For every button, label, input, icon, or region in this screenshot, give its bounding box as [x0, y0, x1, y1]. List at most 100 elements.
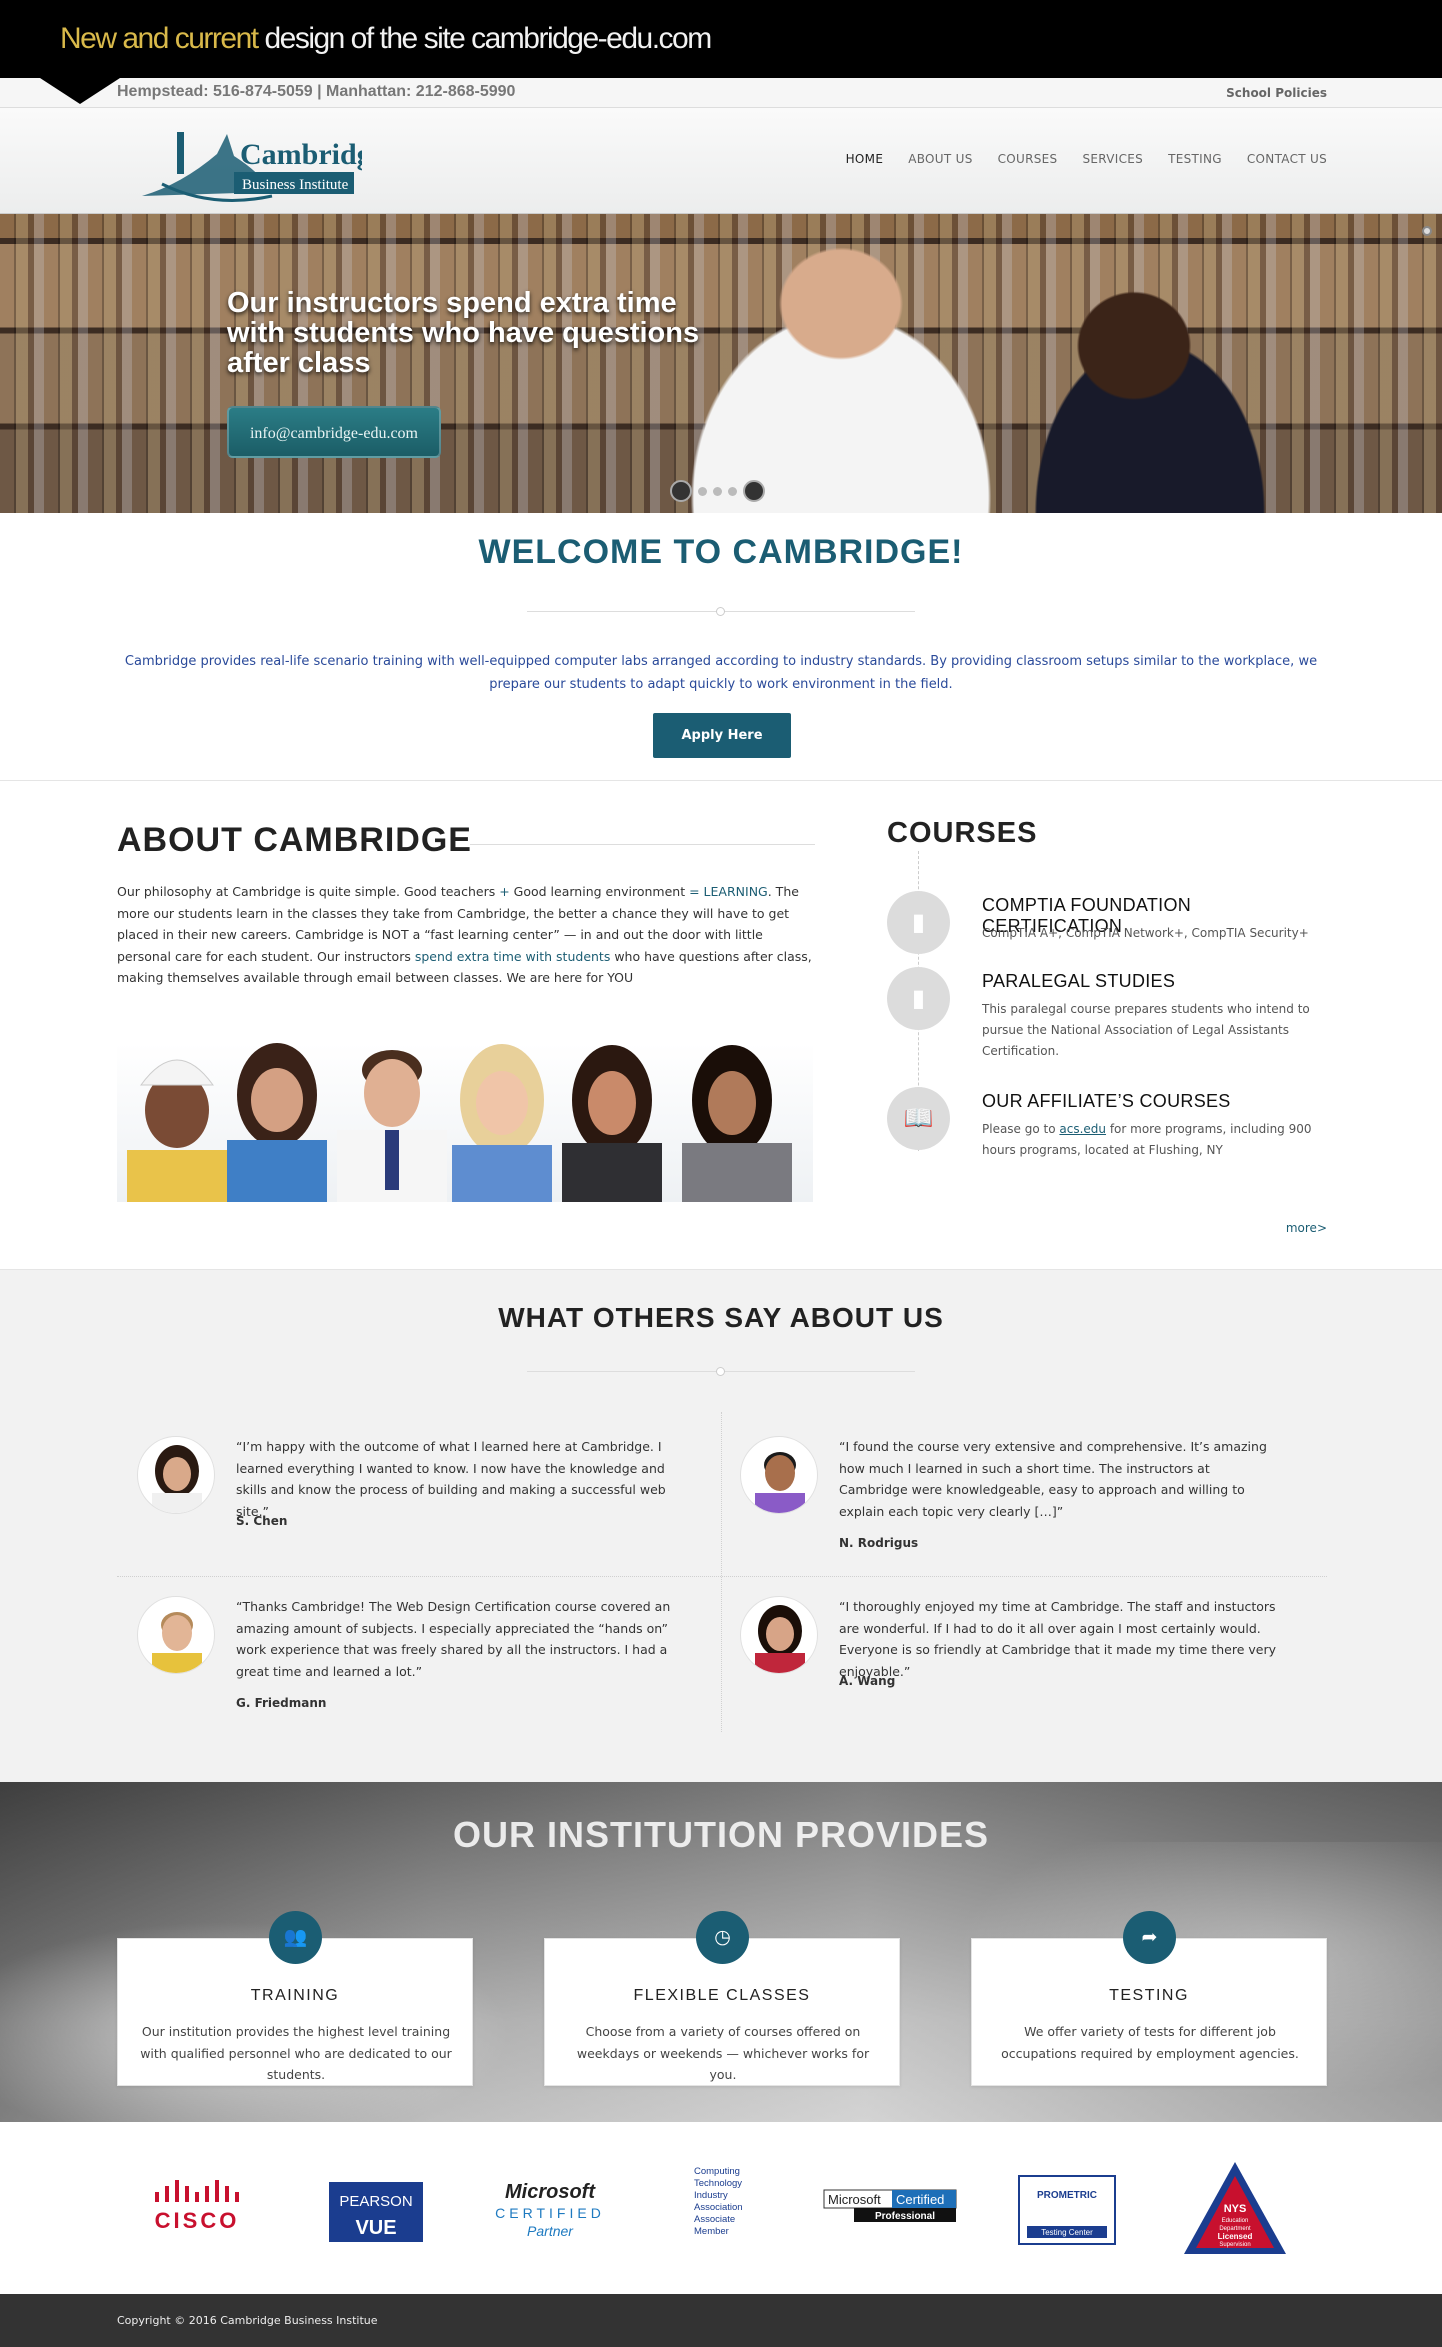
microsoft-certified-professional-logo: Microsoft Certified Professional — [823, 2189, 957, 2222]
nav-testing[interactable]: TESTING — [1168, 152, 1222, 166]
slide-dot[interactable] — [728, 486, 737, 496]
microsoft-certified-partner-logo: Microsoft CERTIFIED Partner — [495, 2181, 605, 2239]
apply-here-button[interactable]: Apply Here — [653, 713, 791, 758]
school-policies-link[interactable]: School Policies — [1226, 86, 1327, 100]
svg-text:Partner: Partner — [527, 2223, 574, 2239]
showcase-banner: New and current design of the site cambr… — [0, 0, 1442, 78]
cambridge-logo[interactable]: Cambridge Business Institute — [122, 114, 362, 214]
book-icon: ▮ — [887, 967, 950, 1030]
logo-sub: Business Institute — [242, 177, 349, 193]
about-text: Our philosophy at Cambridge is quite sim… — [117, 884, 812, 985]
nav-services[interactable]: SERVICES — [1082, 152, 1143, 166]
slide-dot[interactable] — [698, 486, 707, 496]
course-title[interactable]: PARALEGAL STUDIES — [982, 971, 1175, 992]
pearson-vue-logo: PEARSON VUE — [329, 2182, 423, 2242]
acs-link[interactable]: acs.edu — [1059, 1122, 1106, 1136]
top-bar: Hempstead: 516-874-5059 | Manhattan: 212… — [0, 78, 1442, 108]
course-desc: This paralegal course prepares students … — [982, 1002, 1310, 1058]
site-footer: Copyright © 2016 Cambridge Business Inst… — [0, 2294, 1442, 2347]
card-title: TESTING — [1109, 1987, 1189, 2004]
svg-text:Industry: Industry — [694, 2190, 728, 2201]
person-professional — [682, 1045, 792, 1202]
testimonials-title: WHAT OTHERS SAY ABOUT US — [498, 1302, 944, 1333]
nav-courses[interactable]: COURSES — [998, 152, 1058, 166]
hero-email-button[interactable]: info@cambridge-edu.com — [227, 406, 441, 458]
svg-text:Education: Education — [1222, 2218, 1249, 2224]
share-icon: ➦ — [1123, 1911, 1176, 1964]
users-icon: 👥 — [269, 1911, 322, 1964]
feature-card-flexible-classes: ◷ FLEXIBLE CLASSES Choose from a variety… — [544, 1911, 900, 2086]
about-courses-section: ABOUT CAMBRIDGE Our philosophy at Cambri… — [0, 780, 1442, 1270]
slider-corner-icon[interactable] — [1422, 226, 1432, 236]
banner-caption: New and current design of the site cambr… — [60, 22, 712, 56]
svg-text:NYS: NYS — [1224, 2203, 1247, 2215]
divider-dot — [716, 1367, 725, 1376]
institution-title: OUR INSTITUTION PROVIDES — [452, 1814, 990, 1855]
about-title-line — [470, 844, 815, 845]
clock-icon: ◷ — [696, 1911, 749, 1964]
svg-text:Member: Member — [694, 2226, 729, 2237]
svg-text:Professional: Professional — [875, 2211, 935, 2222]
banner-highlight: New and current — [60, 22, 259, 55]
svg-text:Computing: Computing — [694, 2166, 740, 2177]
slider-controls — [670, 480, 765, 502]
play-icon[interactable] — [670, 480, 692, 502]
testimonial-quote: “I found the course very extensive and c… — [839, 1439, 1267, 1519]
site-header: Cambridge Business Institute HOME ABOUT … — [0, 108, 1442, 214]
welcome-text: Cambridge provides real-life scenario tr… — [124, 654, 1318, 692]
logo-name: Cambridge — [240, 138, 362, 171]
testimonial-author: G. Friedmann — [236, 1696, 327, 1710]
svg-text:Technology: Technology — [694, 2178, 742, 2189]
slide-dot[interactable] — [713, 486, 722, 496]
courses-title: COURSES — [887, 817, 1038, 849]
person-doctor — [337, 1050, 447, 1202]
nav-about-us[interactable]: ABOUT US — [908, 152, 972, 166]
svg-text:Certified: Certified — [896, 2192, 944, 2207]
book-icon: ▮ — [887, 891, 950, 954]
svg-text:VUE: VUE — [355, 2217, 396, 2239]
avatar — [137, 1436, 215, 1514]
svg-text:CISCO: CISCO — [155, 2208, 240, 2233]
nys-licensed-badge: NYS Education Department Licensed Superv… — [1184, 2162, 1286, 2254]
card-text: We offer variety of tests for different … — [1001, 2024, 1299, 2061]
banner-tab — [40, 78, 120, 104]
divider-dot — [716, 607, 725, 616]
person-nurse — [227, 1043, 327, 1202]
testimonial-author: A. Wang — [839, 1674, 896, 1688]
testimonial-author: S. Chen — [236, 1514, 288, 1528]
about-title: ABOUT CAMBRIDGE — [117, 821, 472, 859]
course-desc: Please go to acs.edu for more programs, … — [982, 1122, 1312, 1157]
copyright-text: Copyright © 2016 Cambridge Business Inst… — [117, 2314, 378, 2327]
avatar — [740, 1596, 818, 1674]
comptia-member-logo: Computing Technology Industry Associatio… — [694, 2166, 743, 2237]
courses-more-link[interactable]: more> — [1286, 1221, 1327, 1235]
svg-text:Microsoft: Microsoft — [505, 2181, 596, 2203]
testimonials-grid-line — [117, 1576, 1327, 1577]
nav-home[interactable]: HOME — [846, 152, 884, 166]
person-construction — [127, 1059, 227, 1202]
testimonials-grid-line — [721, 1412, 722, 1732]
testimonial-quote: “I thoroughly enjoyed my time at Cambrid… — [839, 1599, 1276, 1679]
feature-card-training: 👥 TRAINING Our institution provides the … — [117, 1911, 473, 2086]
svg-text:PROMETRIC: PROMETRIC — [1037, 2190, 1097, 2201]
course-title[interactable]: OUR AFFILIATE’S COURSES — [982, 1091, 1231, 1112]
testimonial-quote: “Thanks Cambridge! The Web Design Certif… — [236, 1599, 671, 1679]
prometric-logo: PROMETRIC Testing Center — [1018, 2175, 1116, 2245]
card-title: TRAINING — [250, 1987, 340, 2004]
svg-text:Association: Association — [694, 2202, 743, 2213]
testimonial-quote: “I’m happy with the outcome of what I le… — [236, 1439, 666, 1519]
avatar — [740, 1436, 818, 1514]
person-businesswoman — [562, 1045, 662, 1202]
svg-text:Supervision: Supervision — [1219, 2242, 1250, 2248]
banner-rest: design of the site cambridge-edu.com — [257, 22, 712, 55]
phone-numbers: Hempstead: 516-874-5059 | Manhattan: 212… — [117, 83, 516, 100]
nav-contact-us[interactable]: CONTACT US — [1247, 152, 1327, 166]
card-text: Choose from a variety of courses offered… — [576, 2024, 870, 2082]
svg-text:Microsoft: Microsoft — [828, 2192, 881, 2207]
cisco-logo: CISCO — [155, 2180, 240, 2233]
pause-icon[interactable] — [743, 480, 765, 502]
course-desc: CompTIA A+, CompTIA Network+, CompTIA Se… — [982, 926, 1309, 940]
feature-card-testing: ➦ TESTING We offer variety of tests for … — [971, 1911, 1327, 2086]
svg-text:CERTIFIED: CERTIFIED — [495, 2205, 605, 2221]
institution-section: OUR INSTITUTION PROVIDES 👥 TRAINING Our … — [0, 1782, 1442, 2122]
